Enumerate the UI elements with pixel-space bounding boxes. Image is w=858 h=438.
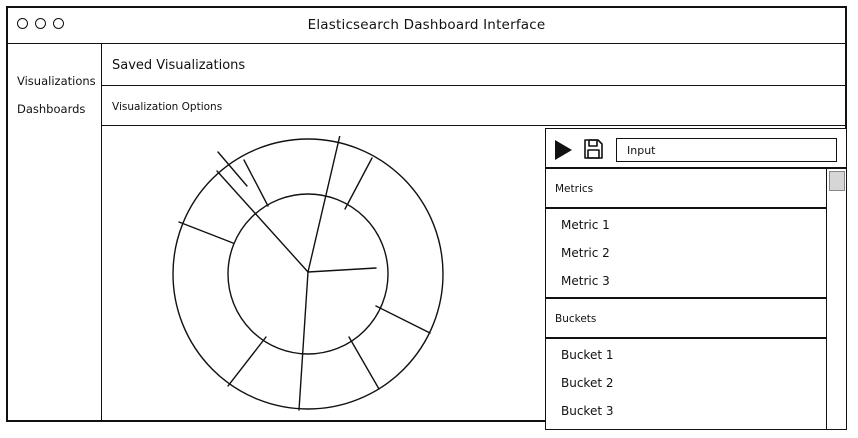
chart-slice-divider xyxy=(307,136,341,273)
buckets-list: Bucket 1 Bucket 2 Bucket 3 xyxy=(545,338,827,430)
visualization-options-bar: Visualization Options xyxy=(102,86,845,126)
chart-slice-divider xyxy=(375,305,431,334)
save-icon[interactable] xyxy=(583,138,604,160)
chart-slice-divider xyxy=(178,221,234,244)
query-toolbar xyxy=(545,128,847,168)
title-bar: Elasticsearch Dashboard Interface xyxy=(8,8,845,44)
list-item-bucket-1[interactable]: Bucket 1 xyxy=(561,348,614,362)
play-icon[interactable] xyxy=(555,140,572,160)
query-input[interactable] xyxy=(616,138,837,162)
buckets-title: Buckets xyxy=(555,313,597,325)
metrics-title: Metrics xyxy=(555,183,594,195)
sidebar-item-dashboards[interactable]: Dashboards xyxy=(17,102,85,116)
page-title: Saved Visualizations xyxy=(112,58,246,73)
list-item-metric-1[interactable]: Metric 1 xyxy=(561,218,610,232)
chart-slice-divider xyxy=(348,336,380,390)
list-item-metric-3[interactable]: Metric 3 xyxy=(561,274,610,288)
sidebar: Visualizations Dashboards xyxy=(8,44,102,420)
saved-visualizations-bar: Saved Visualizations xyxy=(102,44,845,86)
list-item-bucket-3[interactable]: Bucket 3 xyxy=(561,404,614,418)
chart-slice-divider xyxy=(216,170,309,273)
chart-slice-divider xyxy=(243,159,269,207)
panel-scrollbar[interactable] xyxy=(826,168,847,430)
metrics-list: Metric 1 Metric 2 Metric 3 xyxy=(545,208,827,298)
metrics-section-header[interactable]: Metrics xyxy=(545,168,827,208)
sidebar-item-visualizations[interactable]: Visualizations xyxy=(17,74,96,88)
list-item-bucket-2[interactable]: Bucket 2 xyxy=(561,376,614,390)
scrollbar-thumb[interactable] xyxy=(829,171,845,191)
chart-slice-divider xyxy=(298,271,309,411)
chart-slice-divider xyxy=(227,336,267,387)
window-title: Elasticsearch Dashboard Interface xyxy=(307,17,546,33)
list-item-metric-2[interactable]: Metric 2 xyxy=(561,246,610,260)
visualization-options-label[interactable]: Visualization Options xyxy=(112,101,222,113)
buckets-section-header[interactable]: Buckets xyxy=(545,298,827,338)
chart-slice-divider xyxy=(307,267,377,273)
chart-slice-divider xyxy=(344,157,373,210)
sunburst-chart xyxy=(172,136,444,411)
